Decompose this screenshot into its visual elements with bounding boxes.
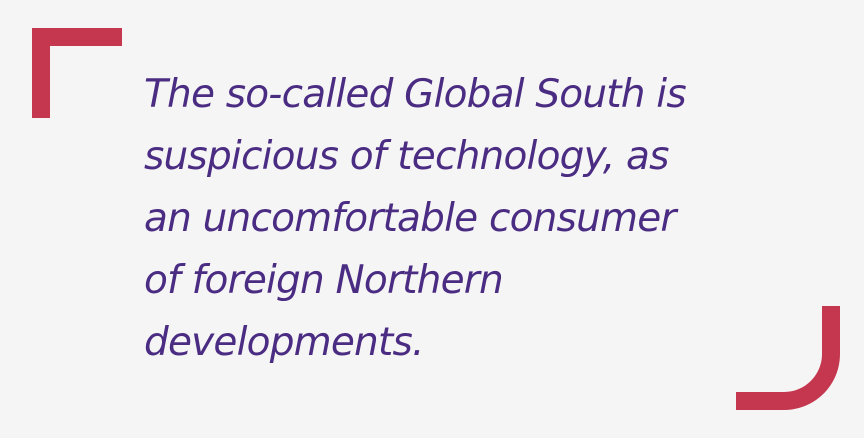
quote-line-2: suspicious of technology, as — [144, 134, 669, 179]
quote-line-1: The so-called Global South is — [144, 72, 687, 117]
quote-line-5: developments. — [144, 320, 424, 365]
corner-bracket-icon — [32, 28, 122, 118]
quote-line-4: of foreign Northern — [144, 258, 504, 303]
quote-line-3: an uncomfortable consumer — [144, 196, 676, 241]
pull-quote-card: The so-called Global South is suspicious… — [0, 0, 864, 438]
quote-text: The so-called Global South is suspicious… — [144, 64, 794, 374]
